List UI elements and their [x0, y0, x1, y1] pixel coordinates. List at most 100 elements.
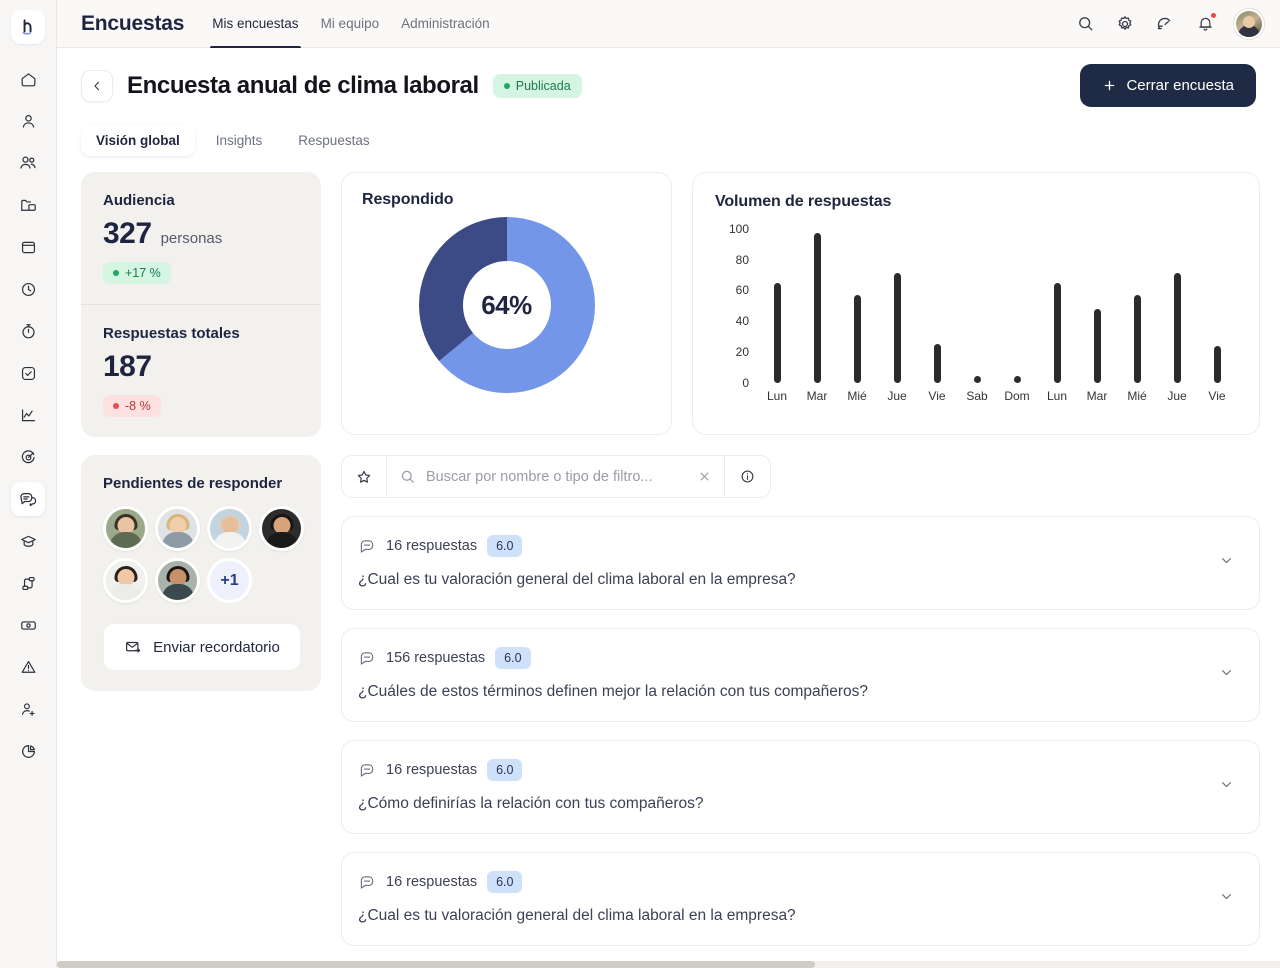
horizontal-scrollbar[interactable] — [57, 961, 1280, 968]
x-tick-label: Mar — [806, 389, 828, 403]
rail-item-tasks[interactable] — [11, 356, 45, 390]
question-card[interactable]: 16 respuestas 6.0 ¿Cómo definirías la rela… — [341, 740, 1260, 834]
expand-question-button[interactable] — [1218, 664, 1235, 686]
search-icon — [1078, 17, 1093, 31]
favorite-filter-button[interactable] — [342, 456, 387, 497]
rail-icon-list — [11, 58, 45, 772]
expand-question-button[interactable] — [1218, 888, 1235, 910]
pending-avatar[interactable] — [259, 506, 304, 551]
donut-center-label: 64% — [481, 289, 532, 320]
tab-vision-global[interactable]: Visión global — [81, 125, 195, 156]
y-tick-label: 60 — [735, 283, 749, 298]
close-survey-button[interactable]: Cerrar encuesta — [1080, 64, 1256, 107]
settings-button[interactable] — [1114, 13, 1136, 35]
tab-respuestas[interactable]: Respuestas — [283, 125, 384, 156]
bar-column[interactable] — [1037, 221, 1077, 383]
nav-tab-administracion[interactable]: Administración — [395, 0, 496, 48]
app-logo[interactable] — [11, 10, 45, 44]
bar-column[interactable] — [757, 221, 797, 383]
bar-column[interactable] — [1077, 221, 1117, 383]
rail-item-folder[interactable] — [11, 188, 45, 222]
scrollbar-thumb[interactable] — [57, 961, 816, 968]
question-card[interactable]: 16 respuestas 6.0 ¿Cual es tu valoración g… — [341, 852, 1260, 946]
chevron-left-icon — [94, 81, 100, 90]
x-tick-label: Vie — [1208, 389, 1226, 403]
page-header-row: Encuesta anual de clima laboral Publicad… — [81, 64, 1256, 107]
rail-item-timer[interactable] — [11, 314, 45, 348]
pending-title: Pendientes de responder — [103, 475, 283, 492]
status-badge: Publicada — [492, 73, 582, 98]
question-response-count: 16 respuestas — [386, 538, 478, 554]
nav-tab-mi-equipo[interactable]: Mi equipo — [315, 0, 386, 48]
message-icon — [360, 764, 374, 777]
bar-column[interactable] — [877, 221, 917, 383]
back-button[interactable] — [81, 69, 113, 102]
rail-item-users[interactable] — [11, 146, 45, 180]
rail-item-alerts[interactable] — [11, 650, 45, 684]
bar-column[interactable] — [1117, 221, 1157, 383]
pending-avatar[interactable] — [155, 506, 200, 551]
search-input[interactable] — [426, 468, 687, 485]
question-text: ¿Cual es tu valoración general del clima… — [358, 907, 796, 924]
pending-avatar-overflow[interactable]: +1 — [207, 558, 252, 603]
stat-audiencia: Audiencia 327 personas +17 % — [81, 172, 321, 304]
page-header: Encuesta anual de clima laboral Publicad… — [57, 48, 1280, 156]
rail-item-clock[interactable] — [11, 272, 45, 306]
bar-column[interactable] — [917, 221, 957, 383]
rail-item-learning[interactable] — [11, 524, 45, 558]
folder-icon — [20, 199, 36, 211]
send-reminder-button[interactable]: Enviar recordatorio — [103, 623, 301, 671]
chevron-down-icon — [1222, 670, 1231, 676]
stat-delta-label: -8 % — [125, 399, 151, 413]
pending-avatar[interactable] — [103, 558, 148, 603]
avatar[interactable] — [1234, 8, 1264, 39]
time-tracking-button[interactable] — [1154, 13, 1176, 35]
rail-item-user[interactable] — [11, 104, 45, 138]
rail-item-payroll[interactable] — [11, 608, 45, 642]
pending-avatar[interactable] — [207, 506, 252, 551]
bar — [853, 295, 861, 383]
bar-column[interactable] — [1197, 221, 1237, 383]
x-tick-label: Mié — [1127, 389, 1147, 403]
notifications-button[interactable] — [1194, 11, 1217, 35]
question-card[interactable]: 16 respuestas 6.0 ¿Cual es tu valoración g… — [341, 516, 1260, 610]
rail-item-add-user[interactable] — [11, 692, 45, 726]
question-meta: 16 respuestas 6.0 — [358, 535, 1239, 557]
bar-column[interactable] — [997, 221, 1037, 383]
question-score-badge: 6.0 — [495, 647, 531, 669]
rail-item-home[interactable] — [11, 62, 45, 96]
tab-insights[interactable]: Insights — [201, 125, 278, 156]
page-title: Encuesta anual de clima laboral — [127, 71, 479, 99]
filter-bar — [341, 455, 771, 498]
pending-avatar[interactable] — [155, 558, 200, 603]
bar — [1093, 308, 1101, 383]
analytics-icon — [21, 408, 35, 421]
question-score-badge: 6.0 — [487, 759, 523, 781]
rail-item-analytics[interactable] — [11, 398, 45, 432]
chevron-down-icon — [1222, 894, 1231, 900]
bar-column[interactable] — [837, 221, 877, 383]
bar-column[interactable] — [1157, 221, 1197, 383]
stat-unit: personas — [160, 230, 223, 247]
rail-item-workflow[interactable] — [11, 566, 45, 600]
search-button[interactable] — [1074, 13, 1096, 35]
question-response-count: 16 respuestas — [386, 762, 478, 778]
tab-strip: Visión global Insights Respuestas — [81, 125, 1256, 156]
rail-item-target[interactable] — [11, 440, 45, 474]
rail-item-surveys[interactable] — [11, 482, 45, 516]
workflow-icon — [21, 576, 35, 590]
rail-item-archive[interactable] — [11, 230, 45, 264]
question-card[interactable]: 156 respuestas 6.0 ¿Cuáles de estos términ… — [341, 628, 1260, 722]
filter-info-button[interactable] — [725, 456, 770, 497]
nav-tab-mis-encuestas[interactable]: Mis encuestas — [206, 0, 304, 48]
expand-question-button[interactable] — [1218, 776, 1235, 798]
bar-column[interactable] — [957, 221, 997, 383]
plot-area — [757, 221, 1237, 383]
bar — [1173, 273, 1181, 383]
expand-question-button[interactable] — [1218, 552, 1235, 574]
clear-search-button[interactable] — [697, 469, 712, 484]
rail-item-reports[interactable] — [11, 734, 45, 768]
respondido-card: Respondido 64% — [341, 172, 672, 435]
bar-column[interactable] — [797, 221, 837, 383]
pending-avatar[interactable] — [103, 506, 148, 551]
